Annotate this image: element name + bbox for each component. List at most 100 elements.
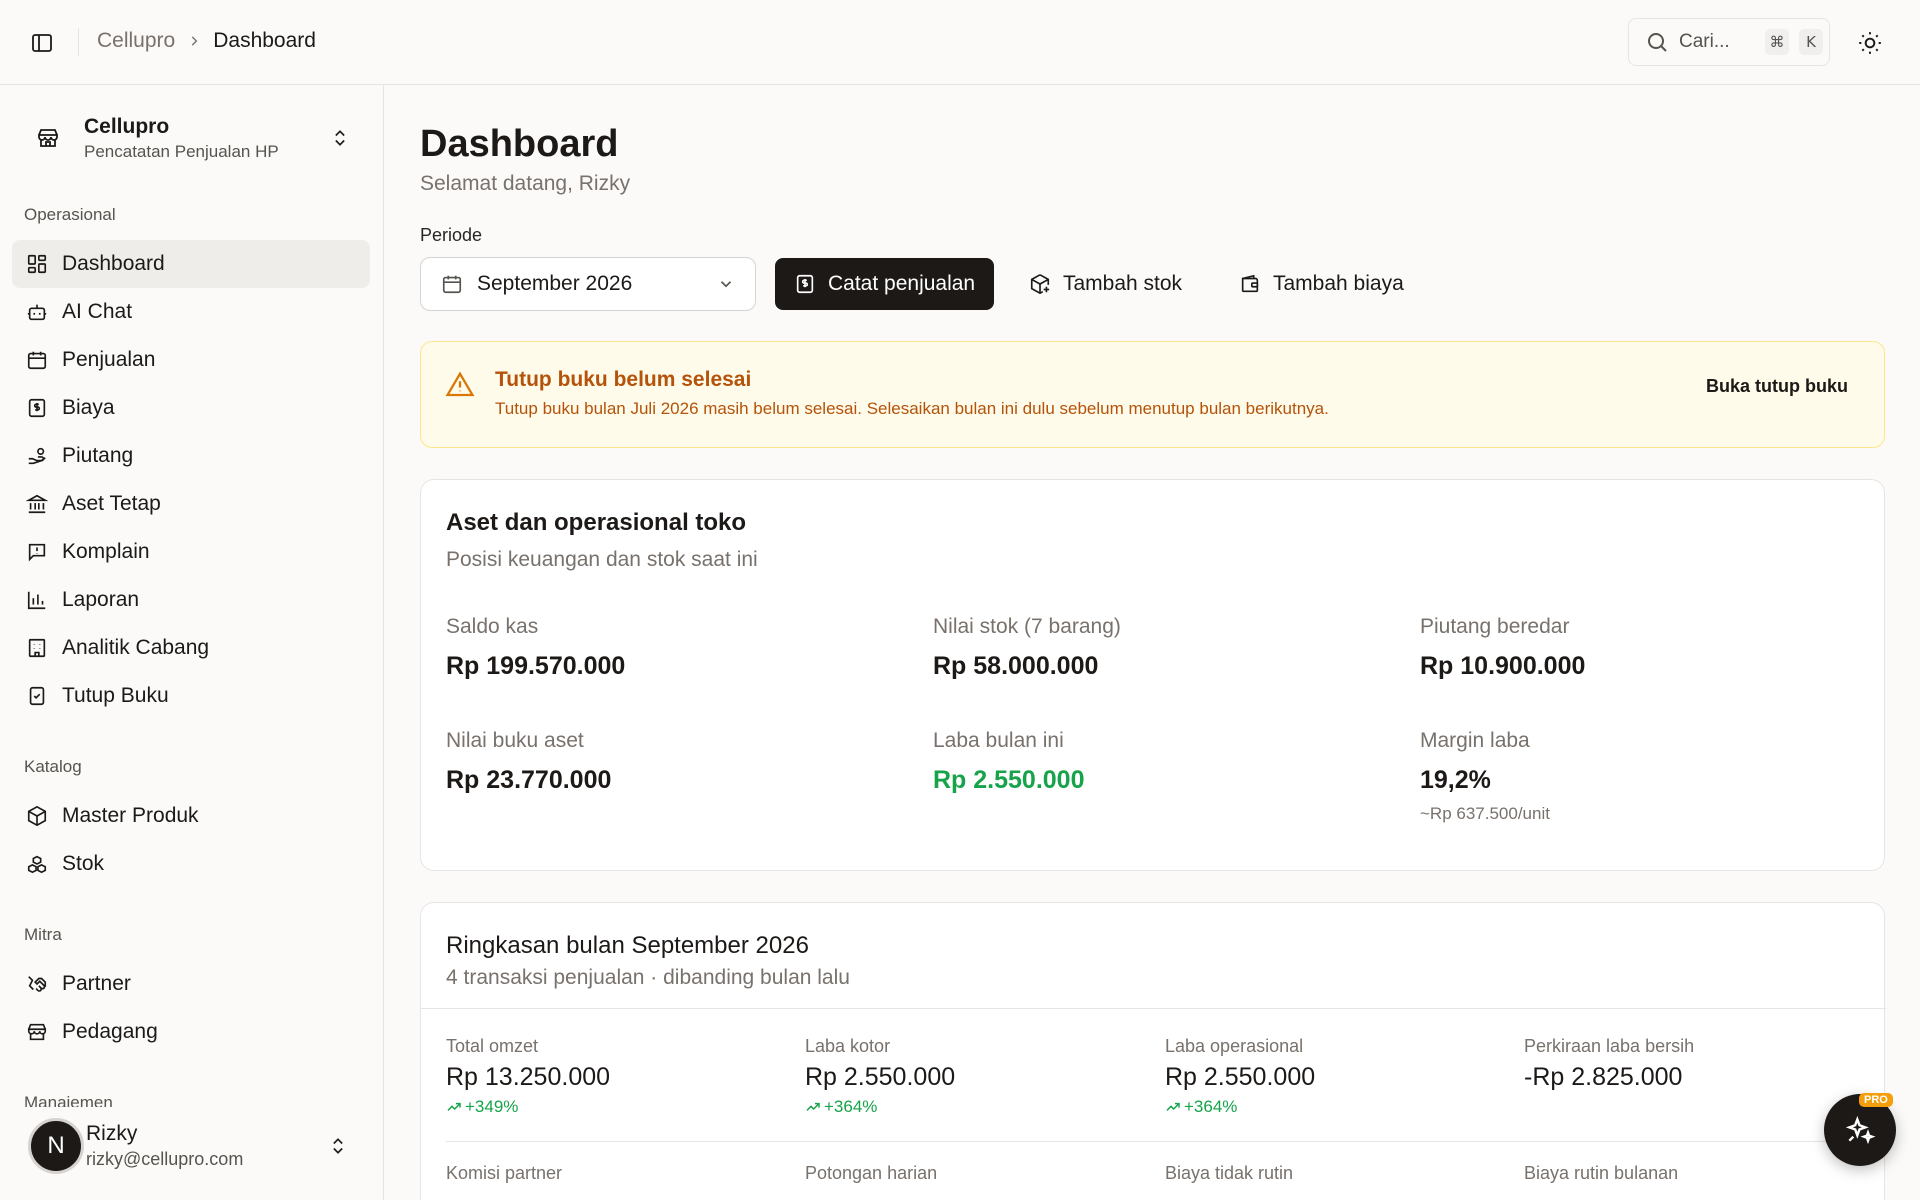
tambah-stok-button[interactable]: Tambah stok xyxy=(1017,258,1194,310)
bar-chart-icon xyxy=(26,589,48,611)
kbd-cmd: ⌘ xyxy=(1765,29,1789,55)
theme-toggle-sun-icon[interactable] xyxy=(1855,28,1885,58)
sidebar-item-label: Komplain xyxy=(62,540,150,563)
main-content: Dashboard Selamat datang, Rizky Periode … xyxy=(385,85,1920,1200)
sidebar-item-label: Piutang xyxy=(62,444,134,467)
tutup-buku-alert: Tutup buku belum selesai Tutup buku bula… xyxy=(420,341,1885,448)
omzet-value: Rp 13.250.000 xyxy=(446,1063,611,1091)
sparkles-icon xyxy=(1844,1114,1876,1146)
assets-card: Aset dan operasional toko Posisi keuanga… xyxy=(420,479,1885,871)
section-katalog: Katalog xyxy=(24,757,82,776)
clipboard-check-icon xyxy=(26,685,48,707)
margin-value: 19,2% xyxy=(1420,766,1491,794)
sidebar-item-komplain[interactable]: Komplain xyxy=(12,528,370,576)
boxes-icon xyxy=(26,853,48,875)
laba-operasional-delta: +364% xyxy=(1165,1097,1237,1117)
warning-triangle-icon xyxy=(445,370,475,400)
package-icon xyxy=(26,805,48,827)
breadcrumb: Cellupro Dashboard xyxy=(97,29,316,53)
sidebar-item-analitik-cabang[interactable]: Analitik Cabang xyxy=(12,624,370,672)
alert-text: Tutup buku bulan Juli 2026 masih belum s… xyxy=(495,399,1329,418)
periode-value: September 2026 xyxy=(477,272,633,295)
trending-up-icon xyxy=(446,1099,462,1115)
calendar-icon xyxy=(26,349,48,371)
sidebar-item-pedagang[interactable]: Pedagang xyxy=(12,1008,370,1056)
sidebar-item-ai-chat[interactable]: AI Chat xyxy=(12,288,370,336)
card-subtitle: 4 transaksi penjualan · dibanding bulan … xyxy=(446,966,850,989)
catat-penjualan-label: Catat penjualan xyxy=(828,272,976,295)
chevron-right-icon xyxy=(187,34,201,48)
pro-badge: PRO xyxy=(1859,1093,1893,1107)
sidebar-item-label: Biaya xyxy=(62,396,115,419)
laba-bulan-label: Laba bulan ini xyxy=(933,729,1064,752)
search-placeholder: Cari... xyxy=(1679,31,1730,52)
komisi-label: Komisi partner xyxy=(446,1163,563,1183)
periode-select[interactable]: September 2026 xyxy=(420,257,756,311)
sidebar-item-label: Penjualan xyxy=(62,348,156,371)
user-email: rizky@cellupro.com xyxy=(86,1149,244,1169)
piutang-value: Rp 10.900.000 xyxy=(1420,652,1586,680)
divider xyxy=(446,1141,1861,1142)
trending-up-icon xyxy=(805,1099,821,1115)
sidebar-item-stok[interactable]: Stok xyxy=(12,840,370,888)
org-switcher[interactable]: Cellupro Pencatatan Penjualan HP xyxy=(24,107,364,169)
card-subtitle: Posisi keuangan dan stok saat ini xyxy=(446,548,758,571)
sidebar-item-tutup-buku[interactable]: Tutup Buku xyxy=(12,672,370,720)
store-icon xyxy=(24,114,72,162)
buka-tutup-buku-button[interactable]: Buka tutup buku xyxy=(1692,368,1862,405)
handshake-icon xyxy=(26,973,48,995)
sidebar-item-laporan[interactable]: Laporan xyxy=(12,576,370,624)
chevron-down-icon xyxy=(717,275,735,293)
sidebar-item-penjualan[interactable]: Penjualan xyxy=(12,336,370,384)
summary-card: Ringkasan bulan September 2026 4 transak… xyxy=(420,902,1886,1200)
delta-text: +364% xyxy=(824,1097,878,1116)
store-icon xyxy=(26,1021,48,1043)
nilai-stok-label: Nilai stok (7 barang) xyxy=(933,615,1121,638)
sidebar-item-dashboard[interactable]: Dashboard xyxy=(12,240,370,288)
sidebar-item-label: Partner xyxy=(62,972,131,995)
search-icon xyxy=(1645,30,1669,54)
top-bar: Cellupro Dashboard Cari... ⌘ K xyxy=(0,0,1920,85)
sidebar-item-aset-tetap[interactable]: Aset Tetap xyxy=(12,480,370,528)
sidebar-toggle-icon[interactable] xyxy=(28,29,56,57)
saldo-kas-value: Rp 199.570.000 xyxy=(446,652,626,680)
sidebar: Cellupro Pencatatan Penjualan HP Operasi… xyxy=(0,85,384,1200)
section-operasional: Operasional xyxy=(24,205,116,224)
sidebar-item-master-produk[interactable]: Master Produk xyxy=(12,792,370,840)
tambah-biaya-button[interactable]: Tambah biaya xyxy=(1227,258,1416,310)
biaya-rutin-label: Biaya rutin bulanan xyxy=(1524,1163,1679,1183)
sidebar-item-label: Dashboard xyxy=(62,252,165,275)
calendar-icon xyxy=(441,273,463,295)
sidebar-item-biaya[interactable]: Biaya xyxy=(12,384,370,432)
layout-dashboard-icon xyxy=(26,253,48,275)
org-subtitle: Pencatatan Penjualan HP xyxy=(84,141,279,161)
section-mitra: Mitra xyxy=(24,925,62,944)
margin-label: Margin laba xyxy=(1420,729,1530,752)
laba-operasional-label: Laba operasional xyxy=(1165,1036,1304,1056)
receipt-icon xyxy=(794,273,816,295)
kbd-k: K xyxy=(1799,29,1823,55)
delta-text: +364% xyxy=(1184,1097,1238,1116)
sidebar-item-label: Stok xyxy=(62,852,105,875)
nilai-buku-label: Nilai buku aset xyxy=(446,729,584,752)
hand-coins-icon xyxy=(26,445,48,467)
search-box[interactable]: Cari... ⌘ K xyxy=(1628,18,1830,66)
nilai-stok-value: Rp 58.000.000 xyxy=(933,652,1099,680)
omzet-label: Total omzet xyxy=(446,1036,539,1056)
divider xyxy=(421,1008,1886,1009)
user-menu[interactable]: N Rizky rizky@cellupro.com xyxy=(28,1115,368,1177)
bot-icon xyxy=(26,301,48,323)
laba-bersih-value: -Rp 2.825.000 xyxy=(1524,1063,1683,1091)
building-icon xyxy=(26,637,48,659)
laba-bersih-label: Perkiraan laba bersih xyxy=(1524,1036,1695,1056)
sidebar-item-label: Aset Tetap xyxy=(62,492,161,515)
sidebar-item-partner[interactable]: Partner xyxy=(12,960,370,1008)
page-title: Dashboard xyxy=(420,123,619,165)
wallet-icon xyxy=(1239,273,1261,295)
potongan-label: Potongan harian xyxy=(805,1163,938,1183)
trending-up-icon xyxy=(1165,1099,1181,1115)
breadcrumb-root[interactable]: Cellupro xyxy=(97,29,175,53)
tambah-stok-label: Tambah stok xyxy=(1063,272,1183,295)
catat-penjualan-button[interactable]: Catat penjualan xyxy=(775,258,995,310)
sidebar-item-piutang[interactable]: Piutang xyxy=(12,432,370,480)
